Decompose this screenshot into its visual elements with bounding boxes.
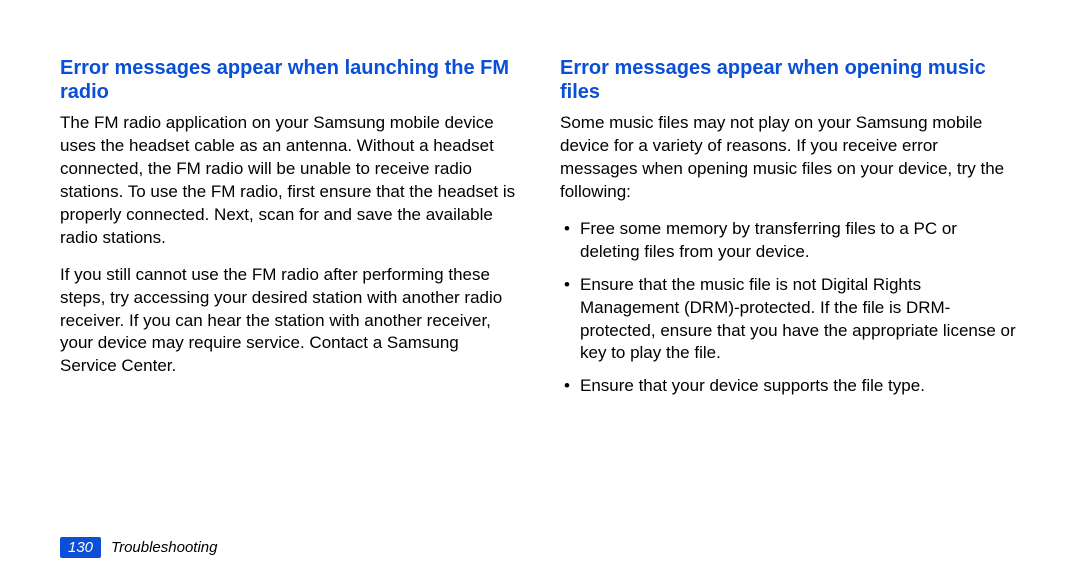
footer-section-label: Troubleshooting bbox=[111, 539, 217, 556]
music-files-intro: Some music files may not play on your Sa… bbox=[560, 112, 1020, 204]
music-files-bullet-list: Free some memory by transferring files t… bbox=[560, 218, 1020, 399]
section-title-fm-radio: Error messages appear when launching the… bbox=[60, 56, 520, 104]
page-number-badge: 130 bbox=[60, 537, 101, 558]
bullet-item: Ensure that your device supports the fil… bbox=[560, 375, 1020, 398]
bullet-item: Ensure that the music file is not Digita… bbox=[560, 274, 1020, 366]
fm-radio-paragraph-2: If you still cannot use the FM radio aft… bbox=[60, 264, 520, 379]
right-column: Error messages appear when opening music… bbox=[560, 56, 1020, 408]
content-columns: Error messages appear when launching the… bbox=[60, 56, 1020, 408]
left-column: Error messages appear when launching the… bbox=[60, 56, 520, 408]
bullet-item: Free some memory by transferring files t… bbox=[560, 218, 1020, 264]
document-page: Error messages appear when launching the… bbox=[0, 0, 1080, 586]
section-title-music-files: Error messages appear when opening music… bbox=[560, 56, 1020, 104]
fm-radio-paragraph-1: The FM radio application on your Samsung… bbox=[60, 112, 520, 250]
page-footer: 130 Troubleshooting bbox=[60, 537, 218, 558]
